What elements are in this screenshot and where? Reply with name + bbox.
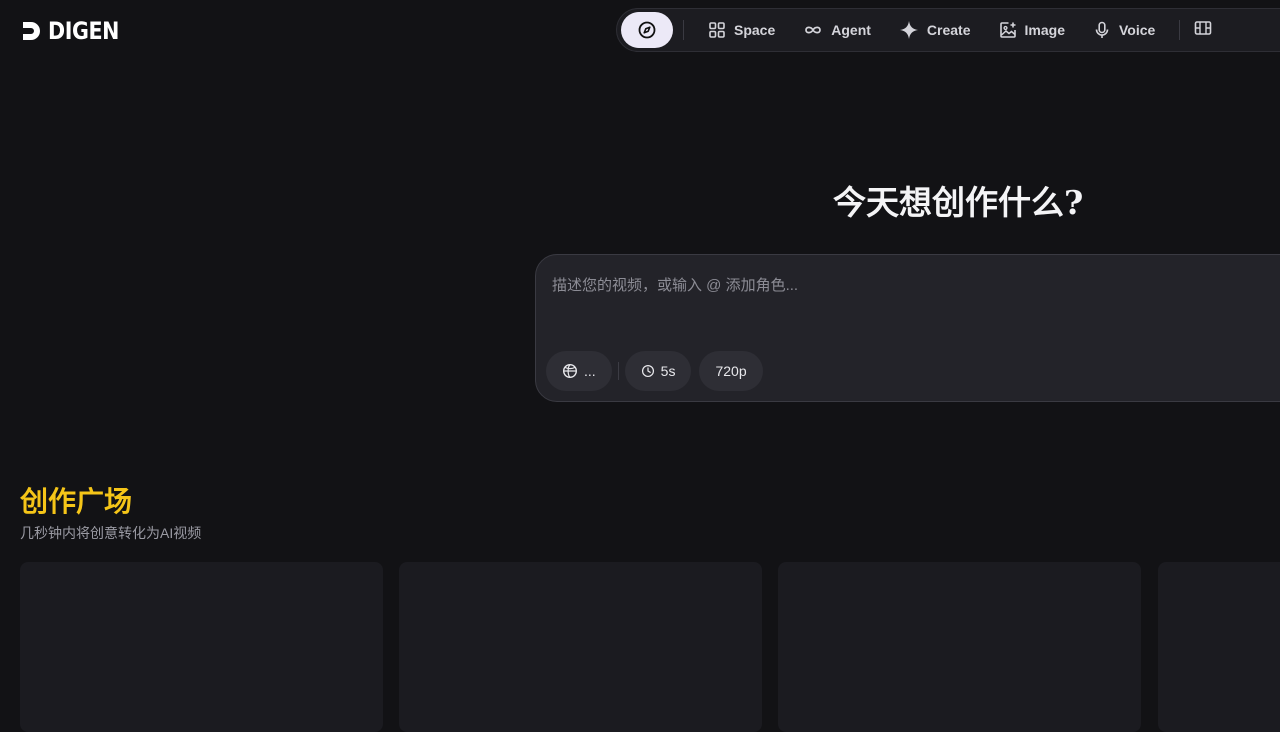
nav-item-agent[interactable]: Agent [789,12,885,48]
prompt-input[interactable] [552,273,1252,297]
globe-icon [562,363,578,379]
gallery-title: 创作广场 [20,486,133,517]
duration-chip-label: 5s [660,363,676,379]
gallery-card[interactable] [1158,562,1280,732]
toolbar-divider [617,362,619,380]
gallery-card[interactable] [20,562,383,732]
prompt-box: ... 5s 720p [535,254,1280,402]
duration-select-button[interactable]: 5s [624,351,692,391]
brand-logo[interactable]: DIGEN [20,17,131,45]
resolution-chip-label: 720p [715,363,747,379]
nav-item-image[interactable]: Image [985,12,1079,48]
nav-item-label: Create [926,22,971,38]
compass-icon [638,21,656,39]
mic-icon [1095,21,1109,38]
image-icon [999,22,1016,38]
nav-divider [683,20,684,40]
page-title: 今天想创作什么? [833,183,1084,222]
prompt-toolbar: ... 5s 720p [546,351,763,391]
gallery-subtitle: 几秒钟内将创意转化为AI视频 [20,525,202,541]
logo-mark-icon [23,22,40,40]
sparkle-icon [899,21,918,39]
nav-home-button[interactable] [621,12,673,48]
nav-item-label: Space [734,22,776,38]
nav-item-label: Agent [831,22,871,38]
brand-name: DIGEN [48,17,119,45]
film-icon [1194,20,1212,35]
nav-divider [1179,20,1181,40]
nav-more-button[interactable] [1194,19,1212,42]
nav-item-space[interactable]: Space [694,12,789,48]
top-nav: Space Agent Create Image Voice [616,8,1280,52]
infinity-icon [805,26,822,34]
gallery-card[interactable] [399,562,762,732]
nav-item-create[interactable]: Create [885,12,985,48]
gallery-card[interactable] [778,562,1141,732]
grid-icon [709,22,725,38]
clock-icon [641,364,654,378]
nav-item-voice[interactable]: Voice [1079,12,1169,48]
model-select-button[interactable]: ... [546,351,612,391]
nav-item-label: Image [1024,22,1065,38]
nav-item-label: Voice [1118,22,1156,38]
resolution-select-button[interactable]: 720p [699,351,763,391]
model-chip-label: ... [584,363,596,379]
